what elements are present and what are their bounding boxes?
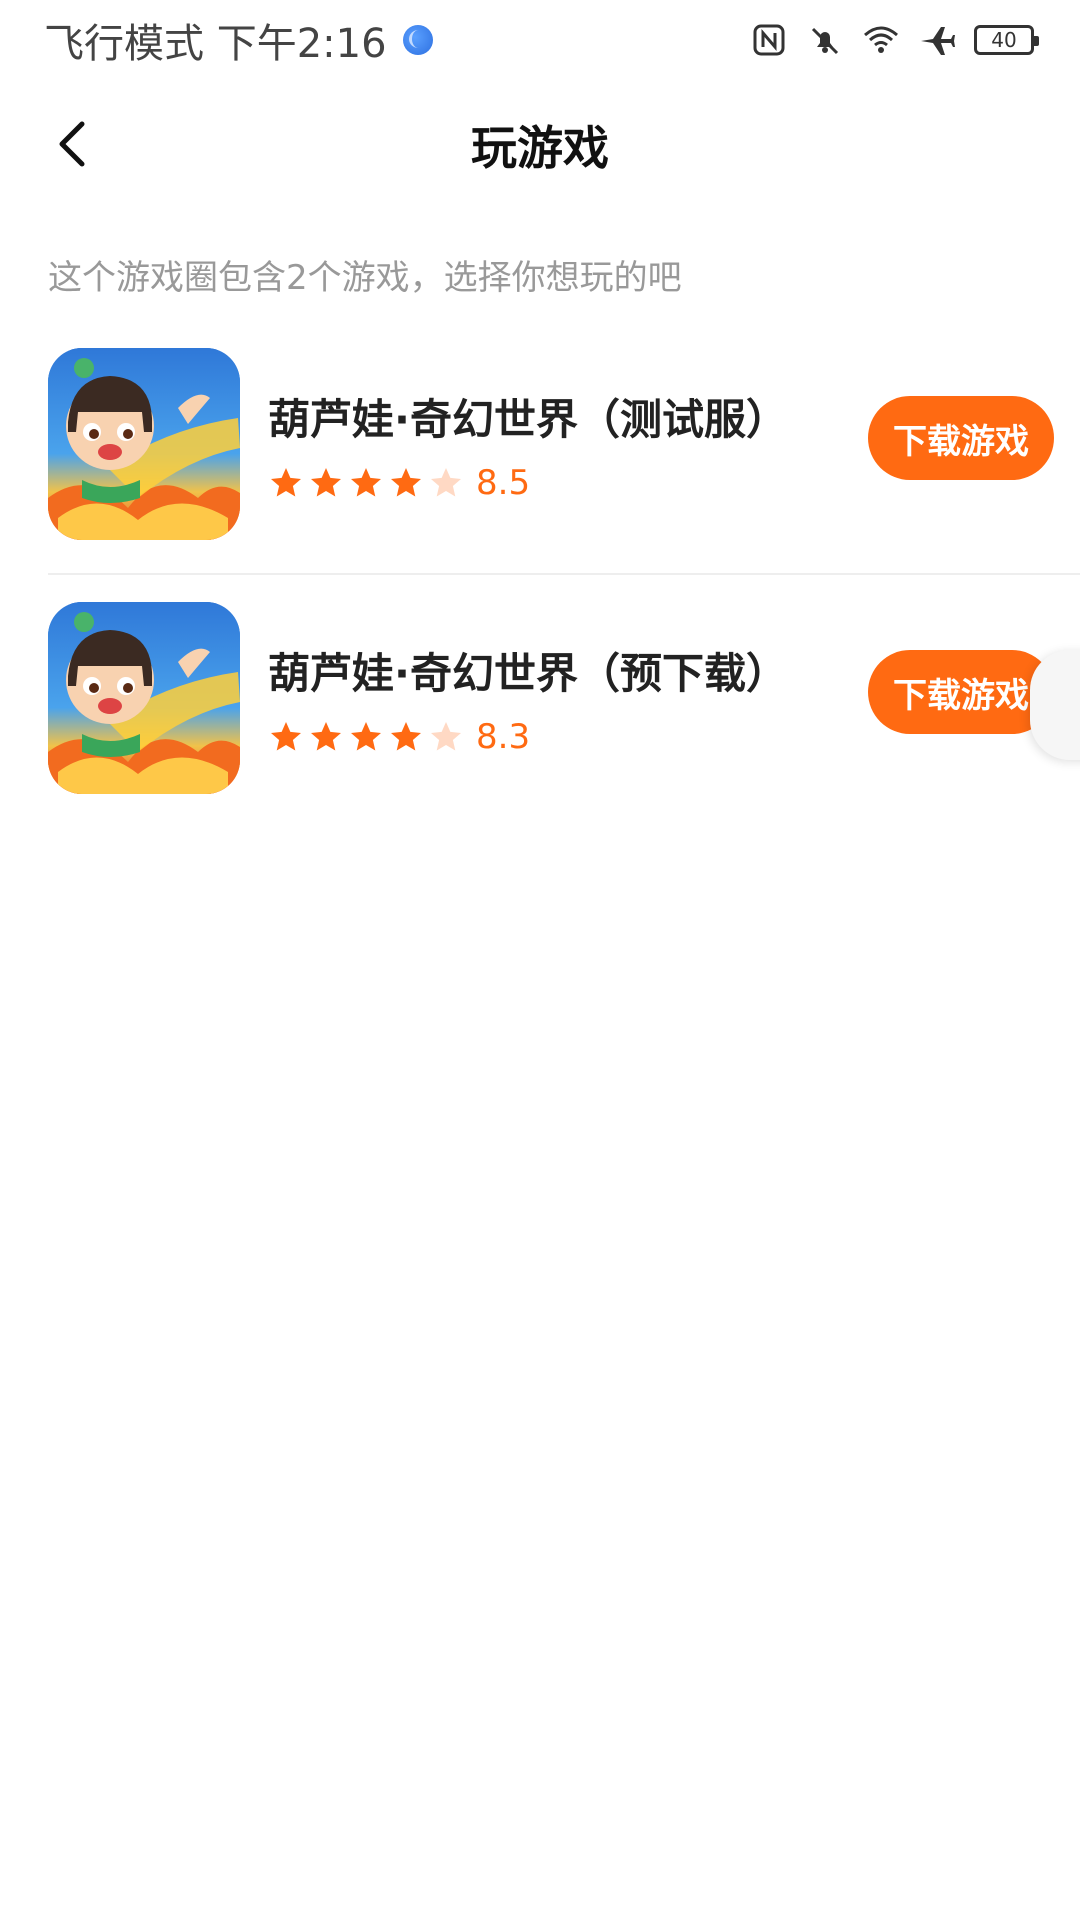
star-filled-icon	[271, 721, 301, 750]
download-button[interactable]: 下载游戏	[868, 396, 1054, 480]
status-text: 飞行模式 下午2:16	[44, 21, 387, 67]
rating-score: 8.5	[476, 462, 531, 503]
star-filled-icon	[351, 467, 381, 496]
star-filled-icon	[351, 721, 381, 750]
wifi-icon	[862, 21, 900, 59]
game-name[interactable]: 葫芦娃·奇幻世界（测试服）	[268, 386, 788, 447]
game-info: 葫芦娃·奇幻世界（预下载） 8.3	[268, 640, 788, 757]
subtitle: 这个游戏圈包含2个游戏，选择你想玩的吧	[48, 258, 682, 298]
back-button[interactable]	[46, 114, 106, 174]
star-filled-icon	[391, 721, 421, 750]
star-filled-icon	[271, 467, 301, 496]
page-title: 玩游戏	[471, 121, 609, 175]
status-left: 飞行模式 下午2:16	[44, 11, 433, 69]
bell-off-icon	[806, 21, 844, 59]
divider	[48, 573, 1080, 575]
battery-icon: 40	[974, 25, 1039, 55]
rating-row: 8.3	[268, 717, 788, 757]
download-button[interactable]: 下载游戏	[868, 650, 1054, 734]
game-icon[interactable]	[48, 602, 240, 794]
game-item[interactable]: 葫芦娃·奇幻世界（预下载） 8.3 下载游戏	[48, 598, 1080, 798]
status-right: 40	[750, 21, 1040, 59]
star-filled-icon	[311, 721, 341, 750]
airplane-icon	[918, 21, 956, 59]
star-empty-icon	[431, 467, 461, 496]
star-empty-icon	[431, 721, 461, 750]
game-info: 葫芦娃·奇幻世界（测试服） 8.5	[268, 386, 788, 503]
rating-row: 8.5	[268, 463, 788, 503]
rating-score: 8.3	[476, 716, 531, 757]
battery-level: 40	[991, 28, 1017, 52]
game-item[interactable]: 葫芦娃·奇幻世界（测试服） 8.5 下载游戏	[48, 344, 1080, 544]
status-bar: 飞行模式 下午2:16 40	[0, 0, 1080, 80]
globe-icon	[402, 25, 433, 55]
chevron-left-icon	[59, 121, 85, 167]
header: 玩游戏	[0, 90, 1080, 200]
star-filled-icon	[391, 467, 421, 496]
game-icon[interactable]	[48, 348, 240, 540]
floating-widget[interactable]	[1030, 650, 1080, 760]
star-filled-icon	[311, 467, 341, 496]
game-name[interactable]: 葫芦娃·奇幻世界（预下载）	[268, 640, 788, 701]
nfc-icon	[750, 21, 788, 59]
